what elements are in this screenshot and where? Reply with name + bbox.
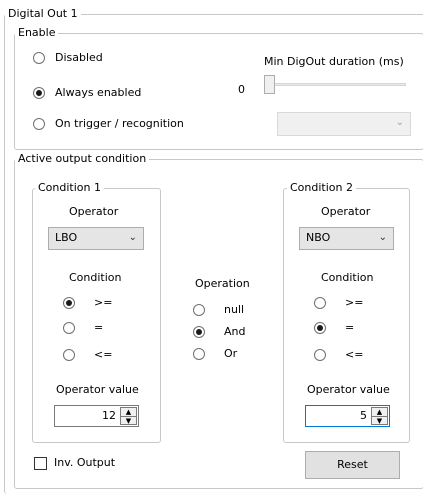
- operation-or-label: Or: [224, 347, 238, 360]
- caret-down-icon[interactable]: ▼: [121, 417, 136, 425]
- condition2-title: Condition 2: [287, 181, 356, 195]
- radio-always-enabled[interactable]: [33, 87, 45, 99]
- condition2-lte-label: <=: [345, 348, 364, 361]
- operation-label: Operation: [195, 277, 250, 290]
- condition1-operator-label: Operator: [69, 205, 119, 218]
- chevron-down-icon: ⌄: [128, 232, 137, 243]
- chevron-down-icon: ⌄: [378, 232, 387, 243]
- min-duration-label: Min DigOut duration (ms): [264, 55, 404, 68]
- condition1-gte-label: >=: [94, 296, 113, 309]
- condition2-value: 5: [360, 409, 367, 422]
- condition2-gte-label: >=: [345, 296, 364, 309]
- condition1-operator-value-label: Operator value: [56, 383, 139, 396]
- condition1-operator-value: LBO: [55, 231, 78, 244]
- operation-radio-and[interactable]: [193, 326, 205, 338]
- condition1-title: Condition 1: [35, 181, 104, 195]
- condition2-spin-buttons[interactable]: ▲ ▼: [371, 407, 388, 425]
- condition1-condition-label: Condition: [69, 271, 122, 284]
- condition2-radio-gte[interactable]: [314, 297, 326, 309]
- radio-always-enabled-label: Always enabled: [55, 86, 142, 99]
- enable-title: Enable: [15, 26, 59, 40]
- condition1-operator-combo[interactable]: LBO ⌄: [48, 227, 144, 250]
- condition2-operator-value-label: Operator value: [307, 383, 390, 396]
- operation-radio-or[interactable]: [193, 348, 205, 360]
- inv-output-label: Inv. Output: [54, 456, 116, 469]
- condition2-value-spinner[interactable]: 5 ▲ ▼: [305, 405, 390, 427]
- radio-disabled[interactable]: [33, 52, 45, 64]
- condition2-eq-label: =: [345, 321, 355, 334]
- condition2-operator-combo[interactable]: NBO ⌄: [299, 227, 394, 250]
- condition1-value-spinner[interactable]: 12 ▲ ▼: [54, 405, 139, 427]
- caret-up-icon[interactable]: ▲: [121, 408, 136, 417]
- radio-disabled-label: Disabled: [55, 51, 103, 64]
- condition2-operator-label: Operator: [321, 205, 371, 218]
- min-duration-value: 0: [238, 83, 245, 96]
- inv-output-checkbox[interactable]: [34, 457, 47, 470]
- caret-down-icon[interactable]: ▼: [372, 417, 387, 425]
- operation-radio-null[interactable]: [193, 304, 205, 316]
- condition2-radio-eq[interactable]: [314, 322, 326, 334]
- digital-out-title: Digital Out 1: [5, 7, 81, 21]
- operation-and-label: And: [224, 325, 246, 338]
- radio-on-trigger-label: On trigger / recognition: [55, 117, 184, 130]
- radio-on-trigger[interactable]: [33, 118, 45, 130]
- condition1-value: 12: [102, 409, 116, 422]
- condition2-condition-label: Condition: [321, 271, 374, 284]
- condition1-lte-label: <=: [94, 348, 113, 361]
- condition1-radio-gte[interactable]: [63, 297, 75, 309]
- min-duration-slider-thumb[interactable]: [264, 75, 275, 94]
- operation-null-label: null: [224, 303, 245, 316]
- active-output-title: Active output condition: [15, 152, 150, 166]
- condition1-eq-label: =: [94, 321, 104, 334]
- condition2-radio-lte[interactable]: [314, 349, 326, 361]
- trigger-combo[interactable]: ⌄: [277, 112, 411, 136]
- chevron-down-icon: ⌄: [395, 117, 404, 128]
- condition1-spin-buttons[interactable]: ▲ ▼: [120, 407, 137, 425]
- reset-button[interactable]: Reset: [305, 451, 400, 479]
- condition2-operator-value: NBO: [306, 231, 331, 244]
- min-duration-slider-track[interactable]: [264, 83, 406, 86]
- caret-up-icon[interactable]: ▲: [372, 408, 387, 417]
- condition1-radio-eq[interactable]: [63, 322, 75, 334]
- condition1-radio-lte[interactable]: [63, 349, 75, 361]
